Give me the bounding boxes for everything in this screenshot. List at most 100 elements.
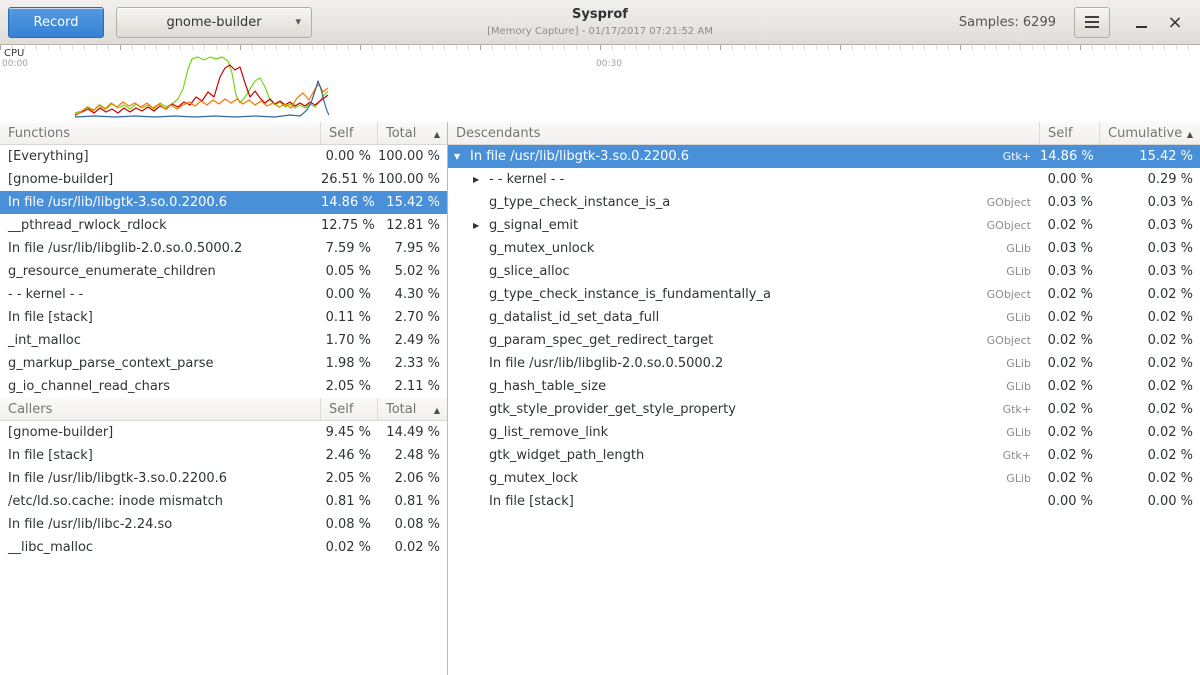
function-name: g_datalist_id_set_data_full [489, 306, 659, 329]
total-percent: 14.49 % [378, 421, 447, 444]
table-row[interactable]: g_mutex_lockGLib0.02 %0.02 % [448, 467, 1200, 490]
column-header-total[interactable]: Total ▲ [378, 122, 447, 144]
column-header-cumulative-label: Cumulative [1108, 126, 1182, 141]
column-header-callers[interactable]: Callers [0, 398, 321, 420]
table-row[interactable]: __libc_malloc0.02 %0.02 % [0, 536, 447, 559]
table-row[interactable]: In file /usr/lib/libglib-2.0.so.0.5000.2… [0, 237, 447, 260]
table-row[interactable]: In file [stack]0.00 %0.00 % [448, 490, 1200, 513]
table-row[interactable]: In file /usr/lib/libc-2.24.so0.08 %0.08 … [0, 513, 447, 536]
table-row[interactable]: [gnome-builder]9.45 %14.49 % [0, 421, 447, 444]
table-row[interactable]: g_param_spec_get_redirect_targetGObject0… [448, 329, 1200, 352]
library-tag: GObject [987, 283, 1040, 306]
self-percent: 0.02 % [1040, 398, 1100, 421]
total-percent: 2.48 % [378, 444, 447, 467]
descendant-name-cell: ▶- - kernel - - [448, 168, 1040, 191]
table-row[interactable]: [Everything]0.00 %100.00 % [0, 145, 447, 168]
table-row[interactable]: _int_malloc1.70 %2.49 % [0, 329, 447, 352]
table-row[interactable]: /etc/ld.so.cache: inode mismatch0.81 %0.… [0, 490, 447, 513]
function-name: g_slice_alloc [489, 260, 570, 283]
header-bar: Record gnome-builder ▾ Sysprof [Memory C… [0, 0, 1200, 45]
column-header-total[interactable]: Total ▲ [378, 398, 447, 420]
self-percent: 0.00 % [1040, 168, 1100, 191]
callers-table-header: Callers Self Total ▲ [0, 398, 447, 421]
table-row[interactable]: - - kernel - -0.00 %4.30 % [0, 283, 447, 306]
self-percent: 7.59 % [321, 237, 378, 260]
function-name: g_io_channel_read_chars [0, 375, 321, 398]
library-tag: GObject [987, 191, 1040, 214]
table-row[interactable]: gtk_widget_path_lengthGtk+0.02 %0.02 % [448, 444, 1200, 467]
function-name: g_mutex_unlock [489, 237, 594, 260]
function-name: In file [stack] [0, 444, 321, 467]
table-row[interactable]: ▼In file /usr/lib/libgtk-3.so.0.2200.6Gt… [448, 145, 1200, 168]
function-name: /etc/ld.so.cache: inode mismatch [0, 490, 321, 513]
table-row[interactable]: g_type_check_instance_is_fundamentally_a… [448, 283, 1200, 306]
minimize-icon [1136, 26, 1147, 28]
column-header-functions[interactable]: Functions [0, 122, 321, 144]
menu-button[interactable] [1074, 7, 1110, 38]
table-row[interactable]: g_type_check_instance_is_aGObject0.03 %0… [448, 191, 1200, 214]
table-row[interactable]: g_hash_table_sizeGLib0.02 %0.02 % [448, 375, 1200, 398]
function-name: g_param_spec_get_redirect_target [489, 329, 713, 352]
self-percent: 1.98 % [321, 352, 378, 375]
library-tag: GLib [1006, 375, 1040, 398]
main-content: Functions Self Total ▲ [Everything]0.00 … [0, 122, 1200, 675]
table-row[interactable]: ▶- - kernel - -0.00 %0.29 % [448, 168, 1200, 191]
table-row[interactable]: g_list_remove_linkGLib0.02 %0.02 % [448, 421, 1200, 444]
table-row[interactable]: g_markup_parse_context_parse1.98 %2.33 % [0, 352, 447, 375]
table-row[interactable]: In file /usr/lib/libgtk-3.so.0.2200.62.0… [0, 467, 447, 490]
table-row[interactable]: gtk_style_provider_get_style_propertyGtk… [448, 398, 1200, 421]
record-button[interactable]: Record [8, 7, 104, 38]
function-name: g_resource_enumerate_children [0, 260, 321, 283]
column-header-total-label: Total [386, 126, 416, 141]
self-percent: 1.70 % [321, 329, 378, 352]
column-header-self[interactable]: Self [321, 398, 378, 420]
function-name: In file /usr/lib/libgtk-3.so.0.2200.6 [0, 467, 321, 490]
table-row[interactable]: g_io_channel_read_chars2.05 %2.11 % [0, 375, 447, 398]
total-percent: 2.49 % [378, 329, 447, 352]
column-header-descendants[interactable]: Descendants [448, 122, 1040, 144]
column-header-self[interactable]: Self [1040, 122, 1100, 144]
library-tag: Gtk+ [1003, 444, 1040, 467]
table-row[interactable]: In file /usr/lib/libgtk-3.so.0.2200.614.… [0, 191, 447, 214]
left-pane: Functions Self Total ▲ [Everything]0.00 … [0, 122, 448, 675]
table-row[interactable]: ▶g_signal_emitGObject0.02 %0.03 % [448, 214, 1200, 237]
total-percent: 4.30 % [378, 283, 447, 306]
self-percent: 14.86 % [1040, 145, 1100, 168]
table-row[interactable]: [gnome-builder]26.51 %100.00 % [0, 168, 447, 191]
table-row[interactable]: g_resource_enumerate_children0.05 %5.02 … [0, 260, 447, 283]
descendant-name-cell: In file /usr/lib/libglib-2.0.so.0.5000.2… [448, 352, 1040, 375]
function-name: gtk_style_provider_get_style_property [489, 398, 736, 421]
cumulative-percent: 0.02 % [1100, 398, 1200, 421]
self-percent: 0.02 % [1040, 375, 1100, 398]
total-percent: 0.08 % [378, 513, 447, 536]
descendant-name-cell: g_slice_allocGLib [448, 260, 1040, 283]
minimize-button[interactable] [1126, 7, 1156, 37]
table-row[interactable]: g_mutex_unlockGLib0.03 %0.03 % [448, 237, 1200, 260]
table-row[interactable]: In file [stack]0.11 %2.70 % [0, 306, 447, 329]
target-selector-dropdown[interactable]: gnome-builder ▾ [116, 7, 312, 38]
table-row[interactable]: __pthread_rwlock_rdlock12.75 %12.81 % [0, 214, 447, 237]
self-percent: 0.02 % [1040, 306, 1100, 329]
total-percent: 2.70 % [378, 306, 447, 329]
expander-collapsed-icon[interactable]: ▶ [473, 214, 489, 237]
expander-expanded-icon[interactable]: ▼ [454, 145, 470, 168]
column-header-self[interactable]: Self [321, 122, 378, 144]
descendant-name-cell: ▶g_signal_emitGObject [448, 214, 1040, 237]
table-row[interactable]: g_datalist_id_set_data_fullGLib0.02 %0.0… [448, 306, 1200, 329]
self-percent: 2.05 % [321, 467, 378, 490]
table-row[interactable]: g_slice_allocGLib0.03 %0.03 % [448, 260, 1200, 283]
cumulative-percent: 0.02 % [1100, 444, 1200, 467]
function-name: g_hash_table_size [489, 375, 606, 398]
cpu-timeline-graph[interactable]: CPU 00:00 00:30 [0, 45, 1200, 123]
self-percent: 0.05 % [321, 260, 378, 283]
close-button[interactable]: × [1160, 7, 1190, 37]
expander-collapsed-icon[interactable]: ▶ [473, 168, 489, 191]
table-row[interactable]: In file /usr/lib/libglib-2.0.so.0.5000.2… [448, 352, 1200, 375]
library-tag: GLib [1006, 306, 1040, 329]
table-row[interactable]: In file [stack]2.46 %2.48 % [0, 444, 447, 467]
function-name: In file /usr/lib/libglib-2.0.so.0.5000.2 [489, 352, 723, 375]
self-percent: 0.02 % [1040, 214, 1100, 237]
cpu-series-blue [75, 81, 329, 117]
function-name: In file [stack] [489, 490, 574, 513]
column-header-cumulative[interactable]: Cumulative ▲ [1100, 122, 1200, 144]
